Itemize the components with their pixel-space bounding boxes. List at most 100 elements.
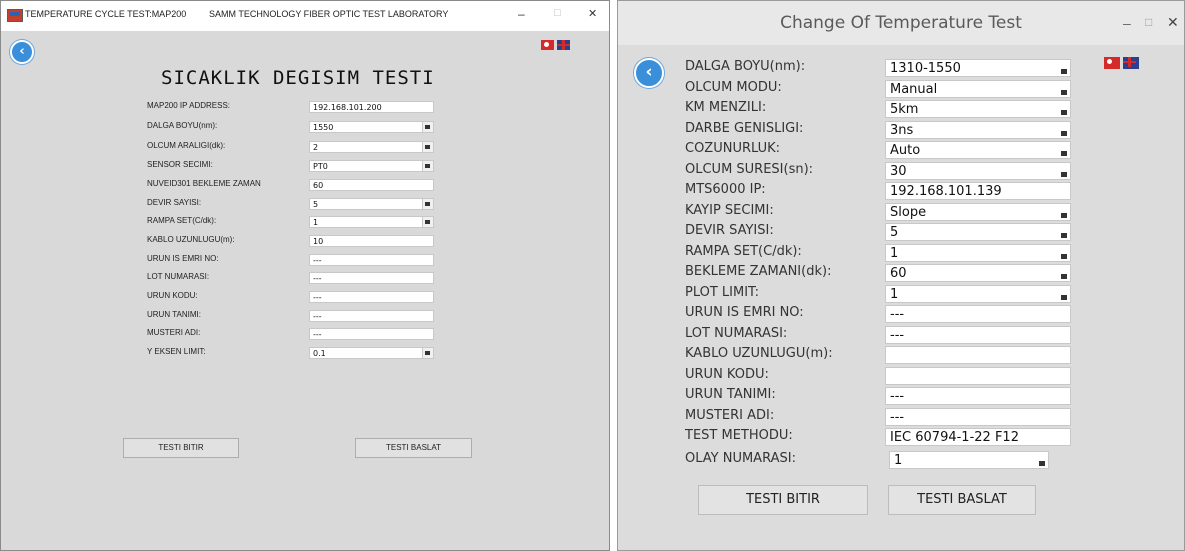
stop-test-button[interactable]: TESTI BITIR — [123, 438, 239, 458]
dropdown-select[interactable]: 0.1 — [309, 347, 434, 359]
field-value: 5km — [890, 102, 919, 117]
minimize-button[interactable]: – — [518, 7, 525, 21]
chevron-down-icon[interactable] — [1060, 83, 1068, 96]
stop-test-button[interactable]: TESTI BITIR — [698, 485, 868, 515]
dropdown-select[interactable]: 1550 — [309, 121, 434, 133]
dropdown-select[interactable]: 5 — [309, 198, 434, 210]
field-label: MUSTERI ADI: — [685, 408, 775, 423]
dropdown-select[interactable]: 1 — [309, 216, 434, 228]
dropdown-select[interactable]: 3ns — [885, 121, 1071, 139]
chevron-down-icon[interactable] — [1060, 62, 1068, 75]
field-label: TEST METHODU: — [685, 428, 793, 443]
chevron-down-icon[interactable] — [1060, 124, 1068, 137]
chevron-down-icon[interactable] — [422, 142, 433, 152]
field-value: --- — [890, 389, 905, 404]
dropdown-select[interactable]: Slope — [885, 203, 1071, 221]
text-input[interactable]: --- — [885, 408, 1071, 426]
dropdown-select[interactable]: 1 — [889, 451, 1049, 469]
dropdown-select[interactable]: 2 — [309, 141, 434, 153]
field-label: URUN TANIMI: — [685, 387, 776, 402]
chevron-down-icon[interactable] — [422, 199, 433, 209]
chevron-down-icon[interactable] — [1060, 288, 1068, 301]
text-input[interactable]: --- — [885, 326, 1071, 344]
field-label: DARBE GENISLIGI: — [685, 121, 804, 136]
chevron-down-icon[interactable] — [422, 122, 433, 132]
chevron-down-icon[interactable] — [1060, 144, 1068, 157]
chevron-down-icon[interactable] — [1060, 103, 1068, 116]
text-input[interactable]: 60 — [309, 179, 434, 191]
window-title: TEMPERATURE CYCLE TEST:MAP200 — [25, 9, 187, 19]
field-value: 1310-1550 — [890, 61, 961, 76]
turkish-flag-icon[interactable] — [1104, 57, 1120, 69]
chevron-down-icon[interactable] — [422, 348, 433, 358]
dropdown-select[interactable]: 1 — [885, 244, 1071, 262]
field-label: DALGA BOYU(nm): — [147, 121, 218, 130]
field-value: 60 — [313, 181, 324, 190]
field-value: 5 — [313, 200, 319, 209]
field-label: URUN KODU: — [685, 367, 769, 382]
field-value: --- — [890, 307, 905, 322]
dropdown-select[interactable]: 60 — [885, 264, 1071, 282]
field-value: Auto — [890, 143, 921, 158]
field-value: 1 — [313, 218, 319, 227]
english-flag-icon[interactable] — [1123, 57, 1139, 69]
back-arrow-icon[interactable]: ‹ — [10, 40, 34, 64]
minimize-button[interactable]: – — [1123, 15, 1131, 31]
maximize-button[interactable]: □ — [554, 7, 561, 19]
text-input[interactable]: --- — [309, 328, 434, 340]
close-button[interactable]: ✕ — [588, 7, 597, 20]
text-input[interactable]: --- — [309, 272, 434, 284]
text-input[interactable]: --- — [309, 310, 434, 322]
field-label: LOT NUMARASI: — [147, 272, 210, 281]
chevron-down-icon[interactable] — [1038, 454, 1046, 467]
dropdown-select[interactable]: 1310-1550 — [885, 59, 1071, 77]
turkish-flag-icon[interactable] — [541, 40, 554, 50]
chevron-down-icon[interactable] — [1060, 206, 1068, 219]
chevron-down-icon[interactable] — [422, 217, 433, 227]
field-label: DEVIR SAYISI: — [685, 223, 774, 238]
field-label: MTS6000 IP: — [685, 182, 766, 197]
field-value: 192.168.101.139 — [890, 184, 1002, 199]
dropdown-select[interactable]: PT0 — [309, 160, 434, 172]
dropdown-select[interactable]: 5 — [885, 223, 1071, 241]
dropdown-select[interactable]: 1 — [885, 285, 1071, 303]
text-input[interactable]: --- — [885, 387, 1071, 405]
text-input[interactable]: --- — [309, 291, 434, 303]
dropdown-select[interactable]: 5km — [885, 100, 1071, 118]
text-input[interactable]: 192.168.101.139 — [885, 182, 1071, 200]
dropdown-select[interactable]: 30 — [885, 162, 1071, 180]
text-input[interactable]: 192.168.101.200 — [309, 101, 434, 113]
start-test-button[interactable]: TESTI BASLAT — [888, 485, 1036, 515]
maximize-button[interactable]: □ — [1145, 15, 1152, 29]
dropdown-select[interactable]: Auto — [885, 141, 1071, 159]
close-button[interactable]: ✕ — [1167, 14, 1179, 31]
field-label: OLCUM SURESI(sn): — [685, 162, 814, 177]
field-label: BEKLEME ZAMANI(dk): — [685, 264, 832, 279]
chevron-down-icon[interactable] — [1060, 226, 1068, 239]
chevron-down-icon[interactable] — [422, 161, 433, 171]
field-value: 1 — [890, 246, 899, 261]
dropdown-select[interactable]: Manual — [885, 80, 1071, 98]
field-label: Y EKSEN LIMIT: — [147, 347, 206, 356]
field-label: OLAY NUMARASI: — [685, 451, 796, 466]
text-input[interactable]: 10 — [309, 235, 434, 247]
field-label: PLOT LIMIT: — [685, 285, 759, 300]
field-value: 5 — [890, 225, 899, 240]
window-title: Change Of Temperature Test — [780, 13, 1022, 33]
chevron-down-icon[interactable] — [1060, 247, 1068, 260]
english-flag-icon[interactable] — [557, 40, 570, 50]
text-input[interactable]: --- — [309, 254, 434, 266]
start-test-button[interactable]: TESTI BASLAT — [355, 438, 472, 458]
text-input[interactable] — [885, 367, 1071, 385]
text-input[interactable] — [885, 346, 1071, 364]
field-label: KABLO UZUNLUGU(m): — [685, 346, 833, 361]
field-value: Slope — [890, 205, 927, 220]
text-input[interactable]: IEC 60794-1-22 F12 — [885, 428, 1071, 446]
field-label: SENSOR SECIMI: — [147, 160, 213, 169]
chevron-down-icon[interactable] — [1060, 267, 1068, 280]
text-input[interactable]: --- — [885, 305, 1071, 323]
title-bar: Change Of Temperature Test – □ ✕ — [618, 1, 1184, 45]
title-bar: TEMPERATURE CYCLE TEST:MAP200 SAMM TECHN… — [1, 1, 609, 31]
chevron-down-icon[interactable] — [1060, 165, 1068, 178]
back-arrow-icon[interactable]: ‹ — [634, 58, 664, 88]
